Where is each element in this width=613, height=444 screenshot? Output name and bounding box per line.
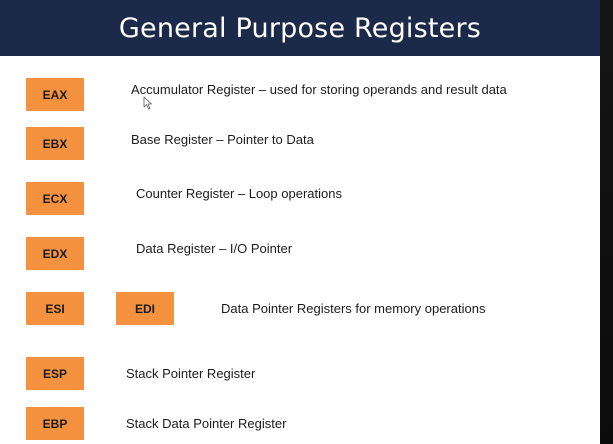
- register-description-edx: Data Register – I/O Pointer: [136, 241, 293, 256]
- frame-edge: [600, 0, 613, 444]
- register-box-edx: EDX: [26, 237, 84, 270]
- mouse-pointer-icon: [143, 96, 152, 110]
- slide: General Purpose Registers EAX Accumulato…: [0, 0, 600, 444]
- register-description-ebp: Stack Data Pointer Register: [126, 416, 287, 431]
- register-box-edi: EDI: [116, 292, 174, 325]
- register-box-ebp: EBP: [26, 407, 84, 440]
- register-description-esi-edi: Data Pointer Registers for memory operat…: [221, 301, 486, 316]
- register-description-ecx: Counter Register – Loop operations: [136, 186, 342, 201]
- register-box-eax: EAX: [26, 78, 84, 111]
- register-box-esp: ESP: [26, 357, 84, 390]
- title-bar: General Purpose Registers: [0, 0, 600, 56]
- register-description-esp: Stack Pointer Register: [126, 366, 256, 381]
- register-box-ecx: ECX: [26, 182, 84, 215]
- slide-title: General Purpose Registers: [118, 12, 482, 44]
- register-description-eax: Accumulator Register – used for storing …: [131, 82, 507, 97]
- video-frame: General Purpose Registers EAX Accumulato…: [0, 0, 613, 444]
- register-description-ebx: Base Register – Pointer to Data: [131, 132, 314, 147]
- register-box-ebx: EBX: [26, 127, 84, 160]
- register-box-esi: ESI: [26, 292, 84, 325]
